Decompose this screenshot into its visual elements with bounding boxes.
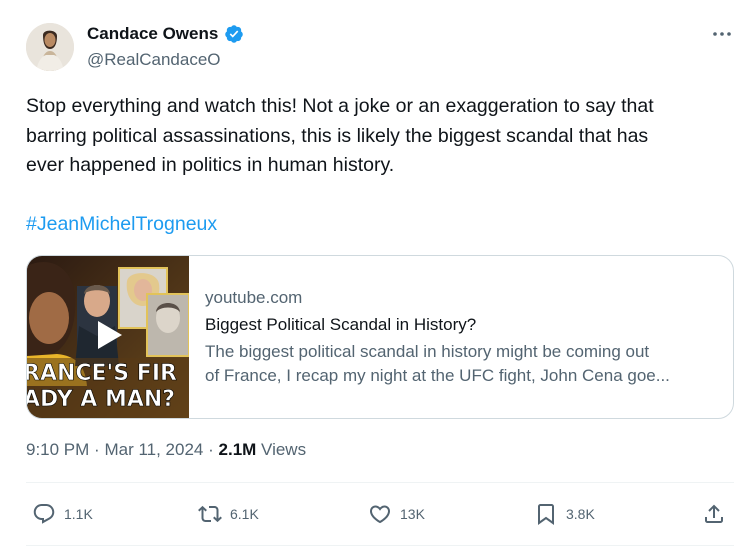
bookmark-button[interactable]: 3.8K (534, 500, 595, 528)
reply-icon (33, 504, 55, 524)
card-description: The biggest political scandal in history… (205, 340, 720, 388)
divider (26, 545, 734, 546)
thumbnail-caption-line1: RANCE'S FIR (27, 361, 177, 386)
share-button[interactable] (702, 500, 726, 528)
tweet-text-line: barring political assassinations, this i… (26, 124, 649, 147)
tweet-text-line: ever happened in politics in human histo… (26, 154, 395, 176)
bookmark-icon (538, 504, 554, 525)
repost-count: 6.1K (230, 506, 259, 522)
avatar[interactable] (26, 23, 74, 71)
author-name[interactable]: Candace Owens (87, 24, 218, 44)
card-body: youtube.com Biggest Political Scandal in… (205, 286, 725, 388)
tweet-meta: 9:10 PM · Mar 11, 2024 · 2.1M Views (26, 440, 306, 460)
views-count[interactable]: 2.1M (219, 440, 257, 459)
share-icon (705, 504, 723, 523)
thumbnail-caption-line2: ADY A MAN? (27, 387, 175, 412)
card-title: Biggest Political Scandal in History? (205, 315, 477, 334)
reply-button[interactable]: 1.1K (32, 500, 93, 528)
views-label: Views (261, 440, 307, 459)
bookmark-count: 3.8K (566, 506, 595, 522)
tweet-date[interactable]: Mar 11, 2024 (104, 440, 203, 459)
author-name-row[interactable]: Candace Owens (87, 24, 244, 44)
meta-separator: · (208, 440, 214, 459)
like-button[interactable]: 13K (368, 500, 425, 528)
more-options-icon[interactable] (711, 23, 733, 45)
action-bar: 1.1K 6.1K 13K 3.8K (26, 482, 734, 546)
avatar-image (26, 23, 74, 71)
tweet-time[interactable]: 9:10 PM (26, 440, 89, 459)
link-preview-card[interactable]: RANCE'S FIR ADY A MAN? youtube.com Bigge… (26, 255, 734, 419)
meta-separator: · (94, 440, 100, 459)
play-icon[interactable] (92, 318, 126, 352)
card-domain: youtube.com (205, 288, 303, 307)
tweet-text: Stop everything and watch this! Not a jo… (26, 92, 741, 181)
repost-icon (198, 505, 222, 523)
card-description-line: The biggest political scandal in history… (205, 342, 650, 361)
hashtag-link[interactable]: #JeanMichelTrogneux (26, 210, 217, 240)
verified-badge-icon (224, 24, 244, 44)
heart-icon (369, 505, 391, 524)
video-thumbnail[interactable]: RANCE'S FIR ADY A MAN? (27, 256, 189, 418)
reply-count: 1.1K (64, 506, 93, 522)
tweet-text-line: Stop everything and watch this! Not a jo… (26, 95, 654, 117)
like-count: 13K (400, 506, 425, 522)
card-description-line: of France, I recap my night at the UFC f… (205, 366, 670, 385)
repost-button[interactable]: 6.1K (198, 500, 259, 528)
author-handle[interactable]: @RealCandaceO (87, 50, 221, 70)
